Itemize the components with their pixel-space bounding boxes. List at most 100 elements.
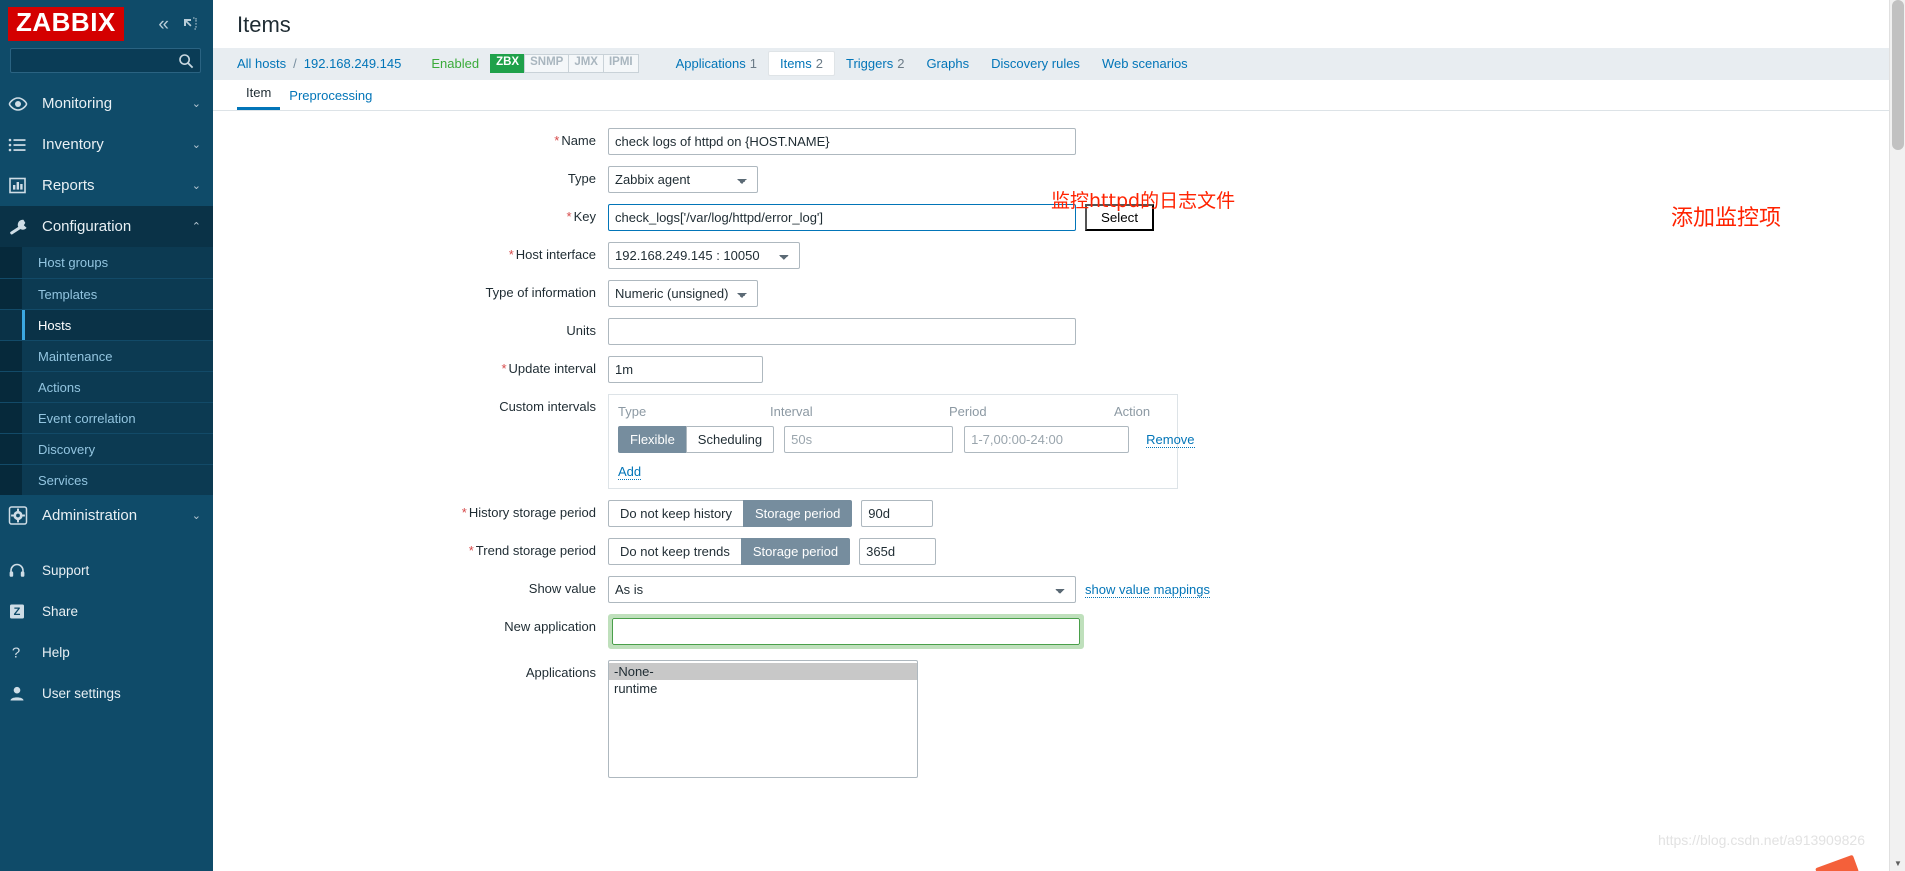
sidebar-item-user-settings[interactable]: User settings	[0, 673, 213, 714]
sidebar-item-share[interactable]: Z Share	[0, 591, 213, 632]
type-of-information-select[interactable]: Numeric (unsigned)	[608, 280, 758, 307]
type-of-information-label: Type of information	[485, 285, 596, 300]
custom-interval-add-link[interactable]: Add	[618, 464, 642, 480]
collapse-sidebar-icon[interactable]: «	[158, 15, 169, 34]
host-status-badge[interactable]: Enabled	[431, 56, 479, 71]
form-row-type-of-information: Type of information Numeric (unsigned)	[213, 280, 1905, 307]
sidebar-item-inventory[interactable]: Inventory ⌄	[0, 124, 213, 165]
sidebar-header: ZABBIX «	[0, 0, 213, 46]
custom-interval-remove-link[interactable]: Remove	[1146, 432, 1195, 448]
type-label-col: Type	[213, 166, 608, 186]
application-option-runtime[interactable]: runtime	[609, 680, 917, 697]
search-input[interactable]	[17, 52, 178, 69]
type-field-col: Zabbix agent	[608, 166, 758, 193]
sidebar-item-maintenance[interactable]: Maintenance	[0, 340, 213, 371]
sidebar-item-templates[interactable]: Templates	[0, 278, 213, 309]
custom-period-input[interactable]	[964, 426, 1130, 453]
interval-type-toggle: Flexible Scheduling	[618, 426, 775, 453]
sidebar-item-help[interactable]: ? Help	[0, 632, 213, 673]
sidebar-item-services[interactable]: Services	[0, 464, 213, 495]
main-content: Items All hosts / 192.168.249.145 Enable…	[213, 0, 1905, 871]
search-icon[interactable]	[178, 53, 194, 69]
units-field-col	[608, 318, 1076, 345]
zabbix-logo[interactable]: ZABBIX	[8, 7, 124, 41]
key-label-col: * Key	[213, 204, 608, 224]
tab-web-scenarios[interactable]: Web scenarios	[1091, 52, 1199, 75]
tab-discovery-rules[interactable]: Discovery rules	[980, 52, 1091, 75]
custom-intervals-label: Custom intervals	[499, 399, 596, 414]
interface-tags: ZBX SNMP JMX IPMI	[490, 54, 639, 73]
tab-items[interactable]: Items 2	[767, 51, 835, 76]
breadcrumb-host[interactable]: 192.168.249.145	[304, 56, 402, 71]
required-marker: *	[554, 133, 560, 148]
interval-type-flexible[interactable]: Flexible	[618, 426, 687, 453]
sidebar-item-monitoring[interactable]: Monitoring ⌄	[0, 83, 213, 124]
tab-label: Items	[779, 56, 812, 71]
scroll-down-icon[interactable]: ▼	[1890, 855, 1905, 871]
type-select[interactable]: Zabbix agent	[608, 166, 758, 193]
sidebar-item-event-correlation[interactable]: Event correlation	[0, 402, 213, 433]
key-input[interactable]	[608, 204, 1076, 231]
sidebar-item-host-groups[interactable]: Host groups	[0, 247, 213, 278]
sidebar-item-discovery[interactable]: Discovery	[0, 433, 213, 464]
bar-chart-icon	[8, 177, 38, 194]
show-value-select[interactable]: As is	[608, 576, 1076, 603]
subtab-preprocessing[interactable]: Preprocessing	[280, 88, 381, 110]
trend-storage-toggle: Do not keep trends Storage period	[608, 538, 851, 565]
sidebar-subitem-label: Templates	[38, 286, 98, 302]
new-application-input[interactable]	[612, 618, 1080, 645]
host-tabs: Applications 1 Items 2 Triggers 2 Graphs Di…	[665, 51, 1199, 76]
sidebar-item-support[interactable]: Support	[0, 550, 213, 591]
history-do-not-keep-button[interactable]: Do not keep history	[608, 500, 745, 527]
tab-label: Graphs	[926, 56, 970, 71]
tab-count: 2	[815, 56, 823, 71]
sidebar-item-reports[interactable]: Reports ⌄	[0, 165, 213, 206]
new-application-label: New application	[504, 619, 596, 634]
sidebar-item-actions[interactable]: Actions	[0, 371, 213, 402]
tab-graphs[interactable]: Graphs	[915, 52, 980, 75]
tab-count: 1	[749, 56, 757, 71]
required-marker: *	[566, 209, 572, 224]
sidebar-item-administration[interactable]: Administration ⌄	[0, 495, 213, 536]
trend-do-not-keep-button[interactable]: Do not keep trends	[608, 538, 742, 565]
units-label-col: Units	[213, 318, 608, 338]
custom-intervals-header: Type Interval Period Action	[618, 404, 1167, 419]
history-storage-period-input[interactable]	[861, 500, 934, 527]
form-row-trend-storage-period: * Trend storage period Do not keep trends…	[213, 538, 1905, 565]
watermark-text: https://blog.csdn.net/a913909826	[1657, 832, 1865, 848]
tab-triggers[interactable]: Triggers 2	[835, 52, 915, 75]
units-input[interactable]	[608, 318, 1076, 345]
page-scrollbar[interactable]: ▲ ▼	[1889, 0, 1905, 871]
trend-storage-period-button[interactable]: Storage period	[740, 538, 851, 565]
update-interval-field-col	[608, 356, 763, 383]
sidebar-item-label: Support	[42, 563, 90, 578]
applications-listbox[interactable]: -None- runtime	[608, 660, 918, 778]
trend-storage-period-input[interactable]	[859, 538, 937, 565]
name-input[interactable]	[608, 128, 1076, 155]
units-label: Units	[566, 323, 596, 338]
host-interface-label: Host interface	[515, 247, 596, 262]
application-option-none[interactable]: -None-	[609, 663, 917, 680]
sidebar-item-configuration[interactable]: Configuration ⌃	[0, 206, 213, 247]
breadcrumb-all-hosts[interactable]: All hosts	[237, 56, 286, 71]
history-storage-period-button[interactable]: Storage period	[743, 500, 853, 527]
update-interval-input[interactable]	[608, 356, 763, 383]
interval-type-scheduling[interactable]: Scheduling	[685, 426, 775, 453]
custom-interval-input[interactable]	[784, 426, 954, 453]
tab-applications[interactable]: Applications 1	[665, 52, 768, 75]
sidebar-item-hosts[interactable]: Hosts	[0, 309, 213, 340]
gear-icon	[8, 506, 38, 525]
tab-label: Applications	[675, 56, 746, 71]
search-box[interactable]	[10, 48, 201, 73]
scrollbar-thumb[interactable]	[1892, 0, 1904, 150]
update-interval-label: Update interval	[508, 361, 596, 376]
interface-tag-ipmi: IPMI	[602, 54, 639, 73]
chevron-down-icon: ⌄	[191, 98, 201, 110]
update-interval-label-col: * Update interval	[213, 356, 608, 376]
sidebar-header-icons: «	[158, 15, 203, 34]
hide-sidebar-icon[interactable]	[182, 17, 197, 32]
host-interface-select[interactable]: 192.168.249.145 : 10050	[608, 242, 800, 269]
show-value-mappings-link[interactable]: show value mappings	[1085, 582, 1211, 598]
subtab-item[interactable]: Item	[237, 85, 281, 110]
